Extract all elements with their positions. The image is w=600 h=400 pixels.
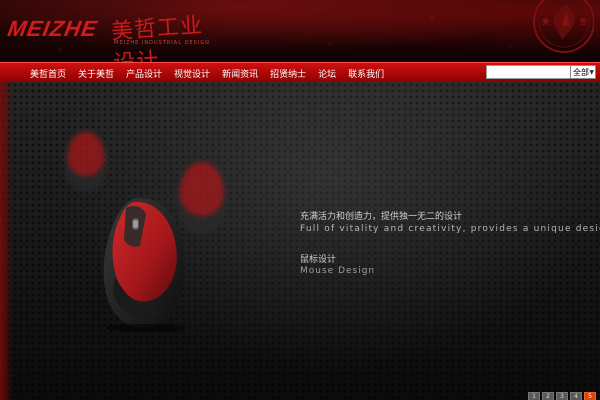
banner-category-english: Mouse Design: [300, 266, 376, 276]
svg-text:哲: 哲: [580, 17, 587, 26]
banner-category-chinese: 鼠标设计: [300, 255, 337, 265]
logo-english: MEIZHE: [5, 16, 100, 41]
nav-item[interactable]: 联系我们: [342, 67, 390, 80]
chevron-down-icon: ▼: [589, 68, 594, 76]
site-header: MEIZHE 美哲工业设计 MEIZHE INDUSTRIAL DESIGN 美…: [0, 0, 600, 62]
banner-pager: 12345: [528, 392, 596, 400]
logo-chinese: 美哲工业设计: [110, 13, 204, 62]
pager-button[interactable]: 2: [542, 392, 554, 400]
nav-item[interactable]: 产品设计: [120, 67, 168, 80]
mouse-product-image: [103, 197, 186, 332]
pager-button[interactable]: 4: [570, 392, 582, 400]
mouse-image-blurred-1: [64, 130, 108, 192]
search-scope-select[interactable]: 全部 ▼: [570, 65, 596, 79]
banner-tagline-english: Full of vitality and creativity, provide…: [300, 224, 600, 234]
left-red-edge: [0, 82, 12, 400]
nav-item[interactable]: 美哲首页: [24, 67, 72, 80]
nav-item[interactable]: 视觉设计: [168, 67, 216, 80]
site-logo[interactable]: MEIZHE 美哲工业设计 MEIZHE INDUSTRIAL DESIGN: [5, 10, 218, 62]
nav-items: 美哲首页 关于美哲 产品设计 视觉设计 新闻资讯 招贤纳士 论坛 联系我们: [24, 63, 390, 83]
nav-item[interactable]: 论坛: [312, 67, 342, 80]
pager-button[interactable]: 5: [584, 392, 596, 400]
logo-subtitle: MEIZHE INDUSTRIAL DESIGN: [114, 40, 210, 46]
seal-text: 美: [542, 17, 549, 26]
nav-item[interactable]: 招贤纳士: [264, 67, 312, 80]
search-input[interactable]: [486, 65, 572, 79]
page-root: MEIZHE 美哲工业设计 MEIZHE INDUSTRIAL DESIGN 美…: [0, 0, 600, 400]
nav-item[interactable]: 关于美哲: [72, 67, 120, 80]
pager-button[interactable]: 1: [528, 392, 540, 400]
seal-emblem: 美 哲: [533, 0, 594, 53]
banner-tagline-chinese: 充满活力和创造力，提供独一无二的设计: [300, 212, 463, 222]
pager-button[interactable]: 3: [556, 392, 568, 400]
nav-item[interactable]: 新闻资讯: [216, 67, 264, 80]
search-scope-value: 全部: [573, 67, 589, 77]
